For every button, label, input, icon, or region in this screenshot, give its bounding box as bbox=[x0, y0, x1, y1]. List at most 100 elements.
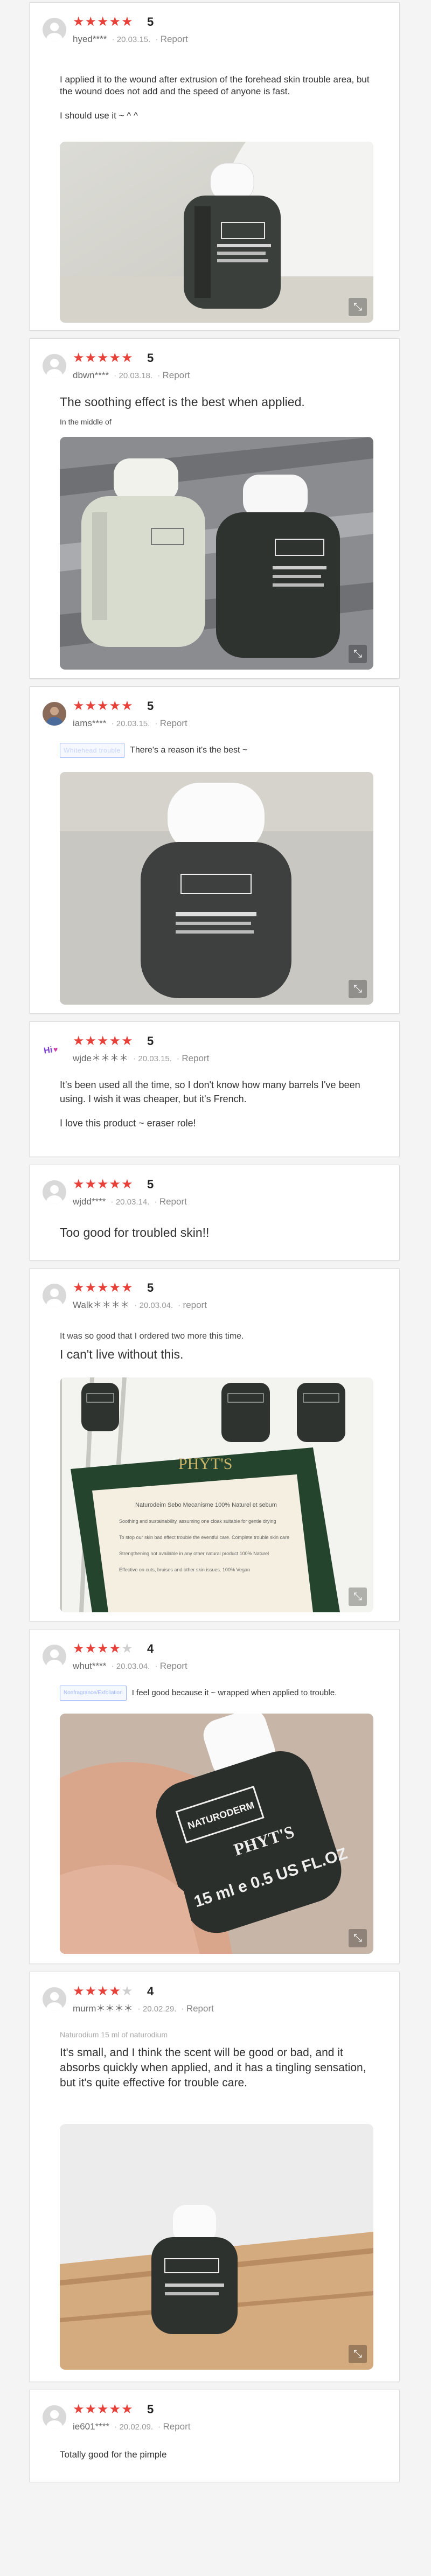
report-link[interactable]: Report bbox=[160, 1661, 187, 1671]
review-text: It's been used all the time, so I don't … bbox=[60, 1080, 360, 1104]
review-card: ★★★★★ 5 dbwn**** · 20.03.18. · Report The … bbox=[29, 338, 400, 679]
expand-icon[interactable]: ⤡ bbox=[349, 1929, 367, 1947]
svg-text:Hi: Hi bbox=[43, 1046, 53, 1056]
option-tag: Whitehead trouble bbox=[60, 743, 124, 758]
username: whut**** bbox=[73, 1661, 107, 1671]
rating-score: 5 bbox=[147, 1034, 154, 1048]
username: Walk＊＊＊＊ bbox=[73, 1300, 130, 1310]
card-text: Soothing and sustainability, assuming on… bbox=[119, 1519, 276, 1524]
review-text: I can't live without this. bbox=[60, 1347, 184, 1361]
avatar-icon bbox=[43, 702, 66, 726]
review-meta: wjdd**** · 20.03.14. · Report bbox=[73, 1196, 187, 1207]
rating-score: 5 bbox=[147, 1281, 154, 1294]
star-rating: ★★★★★ bbox=[73, 1641, 134, 1656]
rating-score: 4 bbox=[147, 1985, 154, 1998]
card-brand: PHYT'S bbox=[178, 1455, 232, 1473]
review-text: It's small, and I think the scent will b… bbox=[60, 2046, 366, 2089]
review-card: ★★★★★ 5 wjdd**** · 20.03.14. · Report Too … bbox=[29, 1165, 400, 1261]
report-link[interactable]: Report bbox=[182, 1053, 209, 1063]
review-meta: ie601**** · 20.02.09. · Report bbox=[73, 2421, 191, 2432]
review-text-row: Whitehead trouble There's a reason it's … bbox=[60, 743, 247, 758]
star-rating: ★★★★★ bbox=[73, 15, 134, 29]
review-date: 20.03.18. bbox=[119, 371, 153, 380]
rating-score: 5 bbox=[147, 1178, 154, 1191]
review-text: I love this product ~ eraser role! bbox=[60, 1118, 196, 1129]
star-rating: ★★★★★ bbox=[73, 1177, 134, 1192]
avatar-icon bbox=[43, 18, 66, 41]
review-text: It was so good that I ordered two more t… bbox=[60, 1332, 244, 1341]
review-photo[interactable]: ⤡ bbox=[60, 2124, 373, 2370]
option-subtitle: Naturodium 15 ml of naturodium bbox=[60, 2030, 168, 2039]
star-rating: ★★★★★ bbox=[73, 1280, 134, 1295]
avatar-icon bbox=[43, 1284, 66, 1307]
username: dbwn**** bbox=[73, 370, 109, 380]
review-meta: Walk＊＊＊＊ · 20.03.04. · report bbox=[73, 1300, 207, 1310]
review-card: ★★★★★ 5 iams**** · 20.03.15. · Report Whit… bbox=[29, 686, 400, 1014]
card-text: To stop our skin bad effect trouble the … bbox=[119, 1535, 289, 1540]
review-meta: hyed**** · 20.03.15. · Report bbox=[73, 34, 188, 44]
review-date: 20.03.15. bbox=[116, 719, 150, 728]
review-text: I feel good because it ~ wrapped when ap… bbox=[131, 1688, 337, 1697]
review-card: ★★★★★ 5 hyed**** · 20.03.15. · Report I ap… bbox=[29, 2, 400, 331]
review-card: ★★★★★ 5 ie601**** · 20.02.09. · Report Tot… bbox=[29, 2390, 400, 2482]
star-rating: ★★★★★ bbox=[73, 1984, 134, 1999]
svg-text:♥: ♥ bbox=[53, 1045, 58, 1054]
expand-icon[interactable]: ⤡ bbox=[349, 980, 367, 998]
review-date: 20.03.15. bbox=[138, 1054, 172, 1063]
star-rating: ★★★★★ bbox=[73, 2402, 134, 2417]
review-date: 20.03.14. bbox=[115, 1198, 150, 1207]
avatar-icon bbox=[43, 2405, 66, 2429]
rating-score: 5 bbox=[147, 15, 154, 29]
expand-icon[interactable]: ⤡ bbox=[349, 1588, 367, 1606]
review-date: 20.03.15. bbox=[116, 35, 151, 44]
card-text: Effective on cuts, bruises and other ski… bbox=[119, 1567, 250, 1572]
username: murm＊＊＊＊ bbox=[73, 2003, 133, 2014]
review-photo[interactable]: NATURODERM PHYT'S 15 ml e 0.5 US FL.OZ ⤡ bbox=[60, 1714, 373, 1954]
star-rating: ★★★★★ bbox=[73, 351, 134, 365]
review-text: In the middle of bbox=[60, 417, 112, 426]
username: hyed**** bbox=[73, 34, 107, 44]
review-text: I applied it to the wound after extrusio… bbox=[60, 74, 370, 96]
report-link[interactable]: Report bbox=[162, 370, 190, 380]
report-link[interactable]: report bbox=[183, 1300, 207, 1310]
review-meta: wjde＊＊＊＊ · 20.03.15. · Report bbox=[73, 1053, 210, 1063]
report-link[interactable]: Report bbox=[160, 718, 187, 728]
report-link[interactable]: Report bbox=[163, 2421, 190, 2432]
report-link[interactable]: Report bbox=[186, 2003, 214, 2014]
expand-icon[interactable]: ⤡ bbox=[349, 2345, 367, 2363]
review-meta: murm＊＊＊＊ · 20.02.29. · Report bbox=[73, 2003, 214, 2014]
report-link[interactable]: Report bbox=[161, 34, 188, 44]
username: ie601**** bbox=[73, 2421, 110, 2432]
avatar-icon bbox=[43, 1645, 66, 1668]
review-text: Totally good for the pimple bbox=[60, 2449, 167, 2460]
review-date: 20.02.29. bbox=[142, 2004, 177, 2014]
review-date: 20.03.04. bbox=[139, 1301, 173, 1310]
card-text: Strengthening not available in any other… bbox=[119, 1551, 269, 1556]
review-date: 20.03.04. bbox=[116, 1662, 150, 1671]
review-photo[interactable]: PHYT'S Naturodeim Sebo Mecanisme 100% Na… bbox=[60, 1377, 373, 1612]
option-tag: Nonfragrance/Exfoliation bbox=[60, 1686, 127, 1701]
expand-icon[interactable]: ⤡ bbox=[349, 645, 367, 663]
review-text: There's a reason it's the best ~ bbox=[130, 746, 248, 755]
username: wjdd**** bbox=[73, 1196, 106, 1207]
rating-score: 4 bbox=[147, 1642, 154, 1655]
avatar-icon: Hi ♥ bbox=[43, 1037, 66, 1061]
review-card: ★★★★★ 4 murm＊＊＊＊ · 20.02.29. · Report Natu… bbox=[29, 1972, 400, 2382]
star-rating: ★★★★★ bbox=[73, 699, 134, 713]
rating-score: 5 bbox=[147, 351, 154, 365]
review-photo[interactable]: ⤡ bbox=[60, 772, 373, 1005]
rating-score: 5 bbox=[147, 699, 154, 713]
username: wjde＊＊＊＊ bbox=[73, 1053, 128, 1063]
review-meta: iams**** · 20.03.15. · Report bbox=[73, 718, 187, 728]
rating-score: 5 bbox=[147, 2403, 154, 2416]
review-meta: whut**** · 20.03.04. · Report bbox=[73, 1661, 187, 1671]
review-photo[interactable]: ⤡ bbox=[60, 437, 373, 670]
avatar-icon bbox=[43, 1987, 66, 2011]
report-link[interactable]: Report bbox=[159, 1196, 187, 1207]
expand-icon[interactable]: ⤡ bbox=[349, 298, 367, 316]
star-rating: ★★★★★ bbox=[73, 1034, 134, 1048]
review-photo[interactable]: ⤡ bbox=[60, 142, 373, 323]
card-text: Naturodeim Sebo Mecanisme 100% Naturel e… bbox=[135, 1502, 277, 1508]
review-card: ★★★★★ 4 whut**** · 20.03.04. · Report Nonf… bbox=[29, 1629, 400, 1964]
avatar-icon bbox=[43, 1180, 66, 1204]
